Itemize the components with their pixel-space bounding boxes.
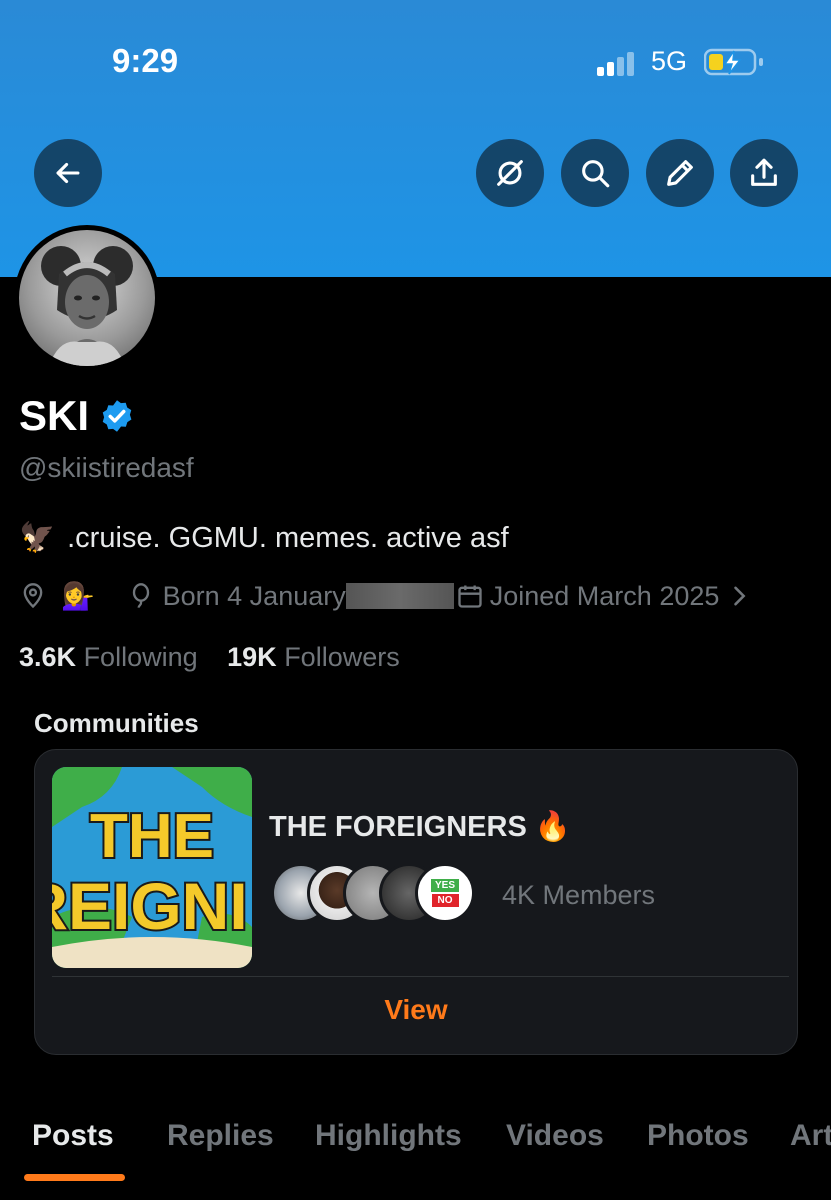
community-image: THE REIGNI <box>52 767 252 968</box>
bio-text: .cruise. GGMU. memes. active asf <box>67 521 509 554</box>
edit-icon <box>667 160 693 186</box>
followers-link[interactable]: 19K Followers <box>227 642 400 672</box>
tab-videos[interactable]: Videos <box>506 1119 604 1153</box>
no-badge: NO <box>431 894 459 907</box>
chevron-right-icon[interactable] <box>725 582 753 610</box>
tab-highlights[interactable]: Highlights <box>315 1119 462 1153</box>
redacted-block <box>345 583 454 609</box>
member-avatars: YES NO <box>271 863 475 923</box>
back-button[interactable] <box>34 139 102 207</box>
followers-label: Followers <box>284 642 400 672</box>
status-time: 9:29 <box>112 42 179 79</box>
community-image-text-2: REIGNI <box>52 869 248 943</box>
network-label: 5G <box>651 46 688 76</box>
active-tab-indicator <box>24 1174 125 1181</box>
battery-icon <box>704 48 763 76</box>
share-button[interactable] <box>730 139 798 207</box>
member-avatar: YES NO <box>415 863 475 923</box>
community-name: THE FOREIGNERS 🔥 <box>269 810 571 844</box>
card-divider <box>52 976 789 977</box>
community-card[interactable]: THE REIGNI THE FOREIGNERS 🔥 YES NO 4K Me… <box>34 749 798 1055</box>
tab-photos[interactable]: Photos <box>647 1119 749 1153</box>
location-pin-icon <box>23 583 43 609</box>
tab-art[interactable]: Art <box>790 1119 831 1153</box>
eagle-icon: 🦅 <box>19 522 56 554</box>
share-icon <box>751 158 777 186</box>
signal-icon <box>597 52 634 76</box>
following-label: Following <box>83 642 198 672</box>
follow-stats: 3.6K Following 19K Followers <box>19 642 400 673</box>
grok-icon <box>497 160 523 186</box>
view-community-button[interactable]: View <box>35 994 797 1026</box>
community-members-count: 4K Members <box>502 880 656 910</box>
avatar-image <box>19 230 155 366</box>
profile-meta: 💁‍♀️ Born 4 January Joined March 2025 <box>19 580 753 612</box>
profile-name: SKI <box>19 392 135 440</box>
back-arrow-icon <box>56 162 80 184</box>
joined-date: Joined March 2025 <box>489 580 720 611</box>
fire-icon: 🔥 <box>534 811 571 843</box>
community-name-text: THE FOREIGNERS <box>269 811 527 843</box>
following-link[interactable]: 3.6K Following <box>19 642 198 672</box>
profile-handle: @skiistiredasf <box>19 452 194 483</box>
community-image-text-1: THE <box>90 802 214 871</box>
search-button[interactable] <box>561 139 629 207</box>
yes-badge: YES <box>430 879 459 892</box>
search-icon <box>582 160 610 188</box>
location-emoji: 💁‍♀️ <box>61 581 95 611</box>
profile-tabs: Posts Replies Highlights Videos Photos A… <box>0 1115 831 1200</box>
calendar-icon <box>458 585 482 608</box>
profile-name-text: SKI <box>19 392 90 439</box>
tab-replies[interactable]: Replies <box>167 1119 274 1153</box>
communities-heading: Communities <box>34 708 199 738</box>
verified-badge-icon[interactable] <box>99 398 135 434</box>
followers-count: 19K <box>227 642 277 672</box>
following-count: 3.6K <box>19 642 77 672</box>
edit-button[interactable] <box>646 139 714 207</box>
tab-posts[interactable]: Posts <box>32 1119 114 1153</box>
avatar[interactable] <box>14 225 160 371</box>
profile-bio: 🦅 .cruise. GGMU. memes. active asf <box>19 521 509 555</box>
birthday-balloon-icon <box>132 583 149 608</box>
grok-button[interactable] <box>476 139 544 207</box>
born-date: Born 4 January <box>162 580 346 611</box>
